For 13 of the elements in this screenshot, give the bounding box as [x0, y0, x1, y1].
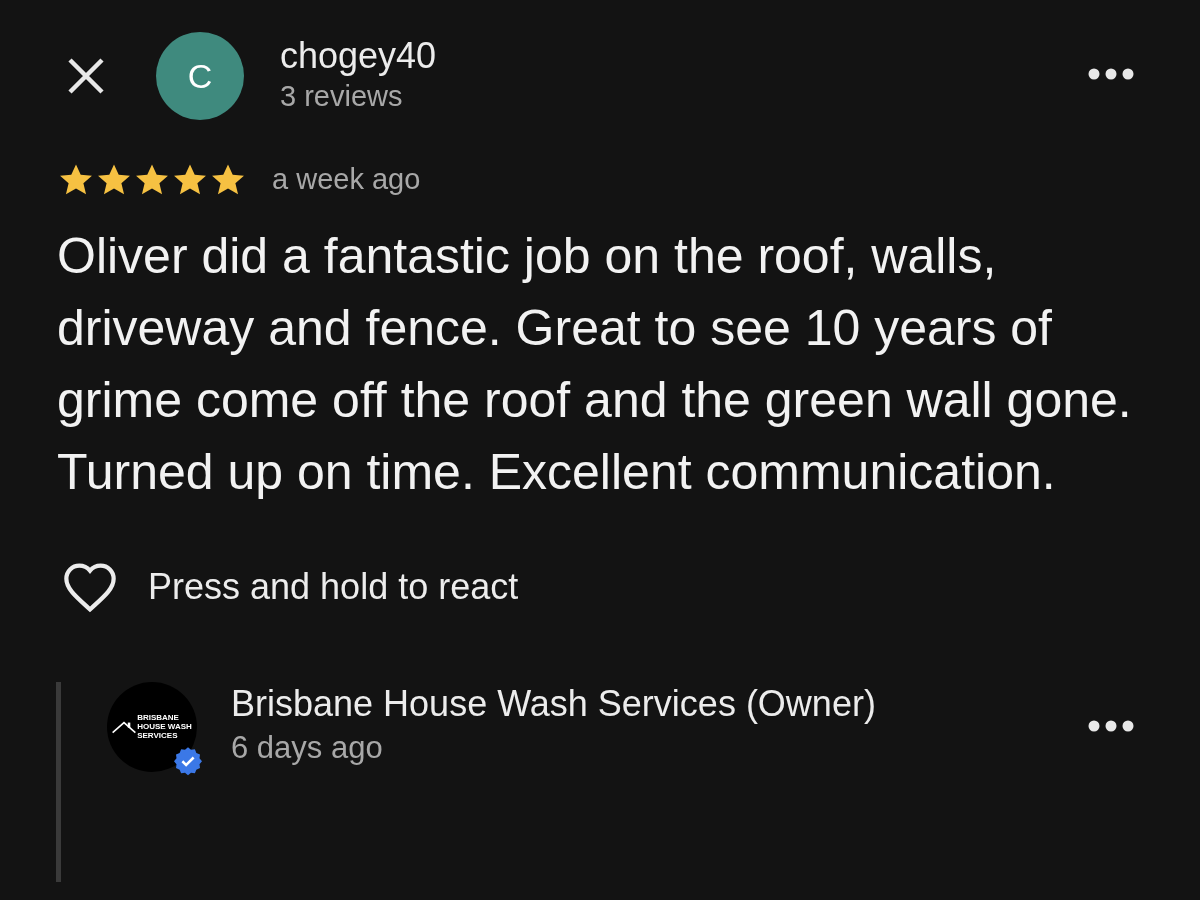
user-avatar: C [156, 32, 244, 120]
review-time: a week ago [272, 162, 421, 197]
more-options-icon[interactable] [1088, 68, 1134, 80]
reviewer-name[interactable]: chogey40 [280, 34, 437, 78]
review-text: Oliver did a fantastic job on the roof, walls, driveway and fence. Great to see 10 years of grime come off the roof and the green wall gone. Turned up on time. Excellent communication. [57, 226, 1132, 502]
logo-text: BRISBANE [137, 713, 180, 722]
reply-time: 6 days ago [231, 728, 384, 767]
logo-text: HOUSE WASH [137, 722, 192, 731]
react-hint[interactable]: Press and hold to react [148, 559, 519, 614]
more-options-icon[interactable] [1088, 719, 1134, 732]
owner-name[interactable]: Brisbane House Wash Services (Owner) [231, 681, 876, 726]
review-count: 3 reviews [280, 79, 404, 114]
logo-text: SERVICES [137, 731, 179, 740]
